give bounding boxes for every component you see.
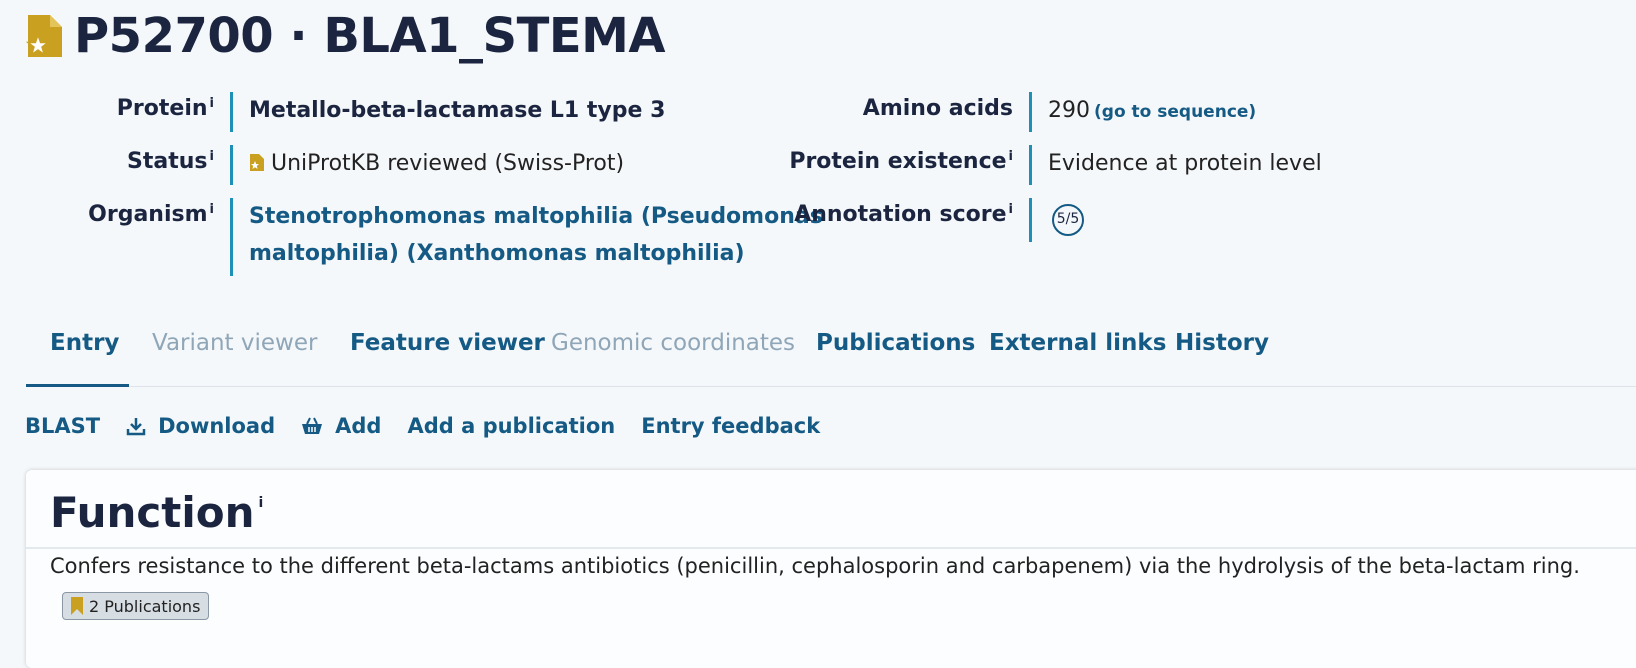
function-heading: Function i bbox=[50, 488, 264, 537]
function-description: Confers resistance to the different beta… bbox=[50, 554, 1580, 578]
status-label: Status i bbox=[127, 149, 214, 174]
page-title: P52700 · BLA1_STEMA bbox=[74, 8, 666, 64]
tab-history[interactable]: History bbox=[1175, 330, 1269, 356]
annotation-score-badge: 5/5 bbox=[1052, 203, 1084, 236]
download-button[interactable]: Download bbox=[126, 414, 275, 438]
tab-feature-viewer[interactable]: Feature viewer bbox=[350, 330, 545, 356]
amino-acids-count: 290 bbox=[1048, 98, 1090, 123]
protein-existence-label: Protein existence i bbox=[789, 149, 1013, 174]
reviewed-icon bbox=[250, 154, 264, 171]
protein-name: Metallo-beta-lactamase L1 type 3 bbox=[230, 92, 665, 132]
protein-existence-row: Protein existence i Evidence at protein l… bbox=[784, 145, 1322, 185]
amino-acids-value: 290 (go to sequence) bbox=[1029, 92, 1256, 132]
publications-badge[interactable]: 2 Publications bbox=[62, 592, 210, 620]
tab-genomic-coordinates: Genomic coordinates bbox=[551, 330, 796, 356]
function-section: Function i Confers resistance to the diff… bbox=[26, 470, 1636, 668]
active-tab-indicator bbox=[26, 384, 129, 387]
add-publication-button[interactable]: Add a publication bbox=[407, 414, 615, 438]
tab-entry[interactable]: Entry bbox=[50, 330, 119, 356]
status-value: UniProtKB reviewed (Swiss-Prot) bbox=[230, 145, 624, 185]
section-divider bbox=[26, 547, 1636, 549]
download-label: Download bbox=[158, 414, 276, 438]
go-to-sequence-link[interactable]: (go to sequence) bbox=[1094, 102, 1256, 122]
entry-summary-right: Amino acids 290 (go to sequence) Protein … bbox=[784, 92, 1322, 242]
entry-actions: BLAST Download Add Add a publication Ent… bbox=[25, 414, 846, 438]
annotation-score-info-icon[interactable]: i bbox=[1009, 202, 1013, 217]
bookmark-icon bbox=[71, 597, 83, 615]
protein-existence-value: Evidence at protein level bbox=[1029, 145, 1322, 185]
amino-acids-row: Amino acids 290 (go to sequence) bbox=[784, 92, 1322, 132]
reviewed-star-document-icon bbox=[26, 15, 62, 57]
add-to-basket-button[interactable]: Add bbox=[301, 414, 381, 438]
organism-info-icon[interactable]: i bbox=[210, 202, 214, 217]
publications-badge-label: 2 Publications bbox=[89, 596, 201, 616]
protein-existence-info-icon[interactable]: i bbox=[1009, 149, 1013, 164]
blast-button[interactable]: BLAST bbox=[25, 414, 100, 438]
organism-row: Organism i Stenotrophomonas maltophilia (… bbox=[0, 198, 823, 276]
function-info-icon[interactable]: i bbox=[259, 495, 264, 511]
tab-publications[interactable]: Publications bbox=[816, 330, 975, 356]
basket-icon bbox=[302, 417, 323, 434]
tab-variant-viewer: Variant viewer bbox=[152, 330, 318, 356]
annotation-score-label: Annotation score i bbox=[794, 202, 1013, 227]
blast-label: BLAST bbox=[25, 414, 101, 438]
tab-external-links[interactable]: External links bbox=[989, 330, 1166, 356]
organism-line-1[interactable]: Stenotrophomonas maltophilia (Pseudomona… bbox=[249, 204, 823, 229]
status-info-icon[interactable]: i bbox=[210, 149, 214, 164]
entry-summary-left: Protein i Metallo-beta-lactamase L1 type … bbox=[0, 92, 823, 276]
entry-header: P52700 · BLA1_STEMA bbox=[26, 8, 666, 64]
add-label: Add bbox=[335, 414, 382, 438]
organism-label: Organism i bbox=[88, 202, 214, 227]
annotation-score-row: Annotation score i 5/5 bbox=[784, 198, 1322, 242]
download-icon bbox=[126, 418, 146, 436]
status-row: Status i UniProtKB reviewed (Swiss-Prot) bbox=[0, 145, 823, 185]
protein-info-icon[interactable]: i bbox=[210, 96, 214, 111]
entry-feedback-button[interactable]: Entry feedback bbox=[641, 414, 820, 438]
entry-tabs: Entry Variant viewer Feature viewer Geno… bbox=[26, 312, 1636, 387]
status-text: UniProtKB reviewed (Swiss-Prot) bbox=[271, 151, 625, 176]
organism-line-2[interactable]: maltophilia) (Xanthomonas maltophilia) bbox=[249, 241, 745, 266]
protein-row: Protein i Metallo-beta-lactamase L1 type … bbox=[0, 92, 823, 132]
annotation-score-value: 5/5 bbox=[1029, 198, 1084, 242]
organism-link[interactable]: Stenotrophomonas maltophilia (Pseudomona… bbox=[230, 198, 823, 276]
amino-acids-label: Amino acids bbox=[862, 96, 1013, 121]
protein-label: Protein i bbox=[116, 96, 214, 121]
